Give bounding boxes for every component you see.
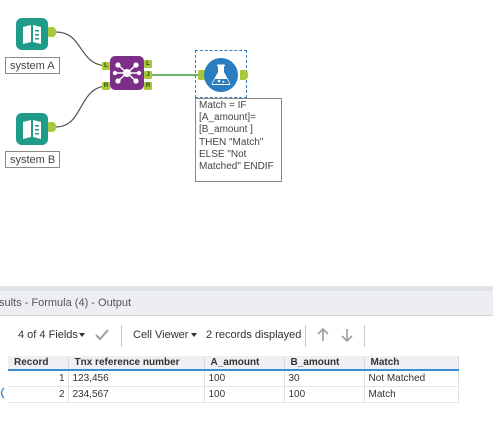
data-cell[interactable]: 100	[204, 370, 285, 387]
annotation-line: ELSE "Not	[199, 148, 247, 160]
data-cell[interactable]: Not Matched	[364, 370, 459, 387]
join-output-join[interactable]: J	[144, 71, 152, 79]
book-icon	[23, 120, 41, 139]
column-header[interactable]: Tnx reference number	[68, 356, 205, 371]
record-cell[interactable]: 2	[8, 386, 69, 403]
input-tool-system-a[interactable]	[16, 18, 48, 50]
results-title: sults - Formula (4) - Output	[0, 297, 132, 309]
checkmark-icon[interactable]	[93, 326, 111, 344]
arrow-up-icon[interactable]	[314, 326, 332, 344]
output-anchor[interactable]	[48, 122, 56, 132]
column-header[interactable]: B_amount	[284, 356, 365, 371]
annotation-line: [B_amount ]	[199, 124, 253, 136]
join-input-right[interactable]: R	[102, 82, 110, 90]
record-cell[interactable]: 1	[8, 370, 69, 387]
row-link-icon[interactable]	[0, 387, 6, 399]
cell-viewer-dropdown[interactable]: Cell Viewer	[133, 329, 188, 341]
table-row[interactable]: 1 123,456 100 30 Not Matched	[8, 370, 459, 387]
toolbar-divider	[305, 325, 306, 347]
input-label-system-b: system B	[5, 151, 61, 168]
formula-annotation: Match = IF [A_amount]= [B_amount ] THEN …	[195, 98, 282, 182]
data-cell[interactable]: 123,456	[68, 370, 205, 387]
results-panel: sults - Formula (4) - Output 4 of 4 Fiel…	[0, 286, 493, 424]
output-anchor[interactable]	[48, 27, 56, 37]
records-count: 2 records displayed	[206, 329, 302, 341]
toolbar-divider	[121, 325, 122, 347]
results-grid: Record Tnx reference number A_amount B_a…	[8, 356, 459, 403]
formula-output-anchor[interactable]	[240, 70, 248, 80]
chevron-down-icon[interactable]	[190, 331, 198, 339]
input-tool-system-b[interactable]	[16, 113, 48, 145]
toolbar-divider	[364, 325, 365, 347]
results-toolbar: 4 of 4 Fields Cell Viewer 2 records disp…	[0, 317, 493, 355]
annotation-line: Matched" ENDIF	[199, 161, 274, 173]
chevron-down-icon[interactable]	[78, 331, 86, 339]
flask-icon	[211, 64, 231, 85]
annotation-line: THEN "Match"	[199, 136, 264, 148]
join-input-left[interactable]: L	[102, 62, 110, 70]
data-cell[interactable]: 30	[284, 370, 365, 387]
formula-tool[interactable]	[204, 58, 238, 92]
arrow-down-icon[interactable]	[338, 326, 356, 344]
header-row: Record Tnx reference number A_amount B_a…	[8, 356, 459, 371]
data-cell[interactable]: Match	[364, 386, 459, 403]
table-row[interactable]: 2 234,567 100 100 Match	[8, 386, 459, 403]
book-icon	[23, 25, 41, 44]
data-cell[interactable]: 234,567	[68, 386, 205, 403]
join-output-right[interactable]: R	[144, 82, 152, 90]
annotation-line: [A_amount]=	[199, 112, 256, 124]
workflow-canvas[interactable]: system A system B L R L J R Match = IF […	[0, 0, 493, 286]
data-cell[interactable]: 100	[284, 386, 365, 403]
column-header[interactable]: A_amount	[204, 356, 285, 371]
results-header: sults - Formula (4) - Output	[0, 291, 493, 316]
data-cell[interactable]: 100	[204, 386, 285, 403]
column-header[interactable]: Record	[8, 356, 69, 371]
column-header[interactable]: Match	[364, 356, 459, 371]
join-icon	[112, 62, 142, 84]
join-output-left[interactable]: L	[144, 60, 152, 68]
join-tool[interactable]	[110, 56, 144, 90]
input-label-system-a: system A	[5, 57, 60, 74]
fields-dropdown[interactable]: 4 of 4 Fields	[18, 329, 78, 341]
annotation-line: Match = IF	[199, 100, 247, 111]
